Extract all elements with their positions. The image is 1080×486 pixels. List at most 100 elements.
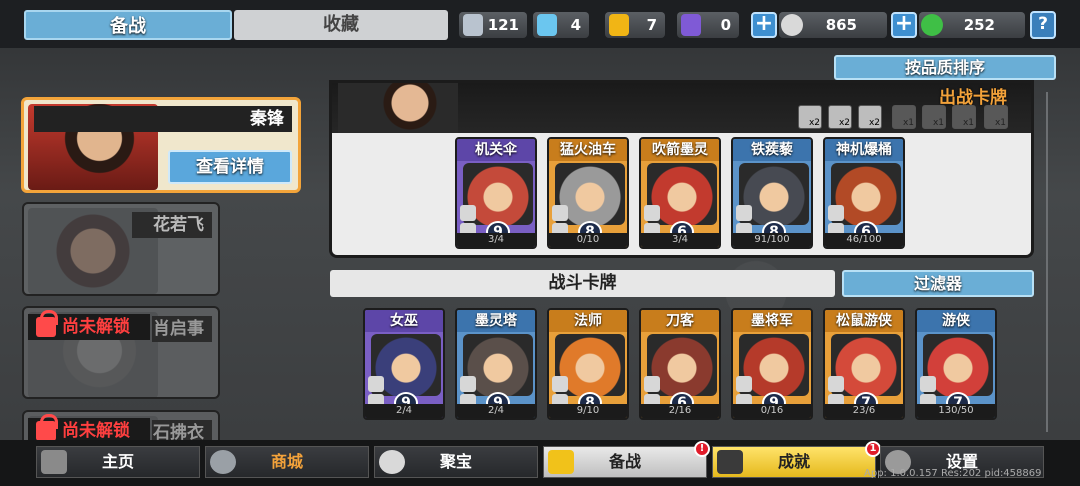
card-type-icon (460, 205, 476, 221)
slot-icon: x2 (858, 105, 882, 129)
card[interactable]: 女巫 9 2/4 (363, 308, 445, 420)
resource-crystal-value: 4 (570, 16, 581, 34)
card[interactable]: 游侠 7 130/50 (915, 308, 997, 420)
slot-icon: x1 (952, 105, 976, 129)
hero-item-locked[interactable]: 肖启事 尚未解锁 (22, 306, 220, 399)
resource-crystal: 4 (533, 12, 589, 38)
lock-icon (36, 310, 58, 337)
card-count: 46/100 (825, 233, 903, 247)
card[interactable]: 机关伞 9 3/4 (455, 137, 537, 249)
card[interactable]: 墨将军 9 0/16 (731, 308, 813, 420)
battle-cards-header: 战斗卡牌 (330, 270, 835, 297)
card-name: 猛火油车 (549, 139, 627, 161)
card-count: 2/4 (365, 404, 443, 418)
card-type-icon (736, 376, 752, 392)
shop-icon (210, 450, 236, 474)
card-count: 2/16 (641, 404, 719, 418)
silver-shield-icon (463, 14, 483, 36)
slot-icon: x1 (922, 105, 946, 129)
resource-purple-value: 0 (720, 16, 731, 34)
slot-icon: x2 (828, 105, 852, 129)
add-gems-button[interactable]: + (891, 12, 917, 38)
card-type-icon (644, 376, 660, 392)
hero-name: 花若飞 (132, 212, 212, 238)
resource-gold-value: 7 (646, 16, 657, 34)
card[interactable]: 铁蒺藜 8 91/100 (731, 137, 813, 249)
card-type-icon (736, 205, 752, 221)
card[interactable]: 法师 8 9/10 (547, 308, 629, 420)
card-name: 墨将军 (733, 310, 811, 332)
card-type-icon (828, 205, 844, 221)
notification-badge: ! (694, 441, 710, 457)
resource-coins: 865 (779, 12, 887, 38)
nav-achievement[interactable]: 成就 1 (712, 441, 881, 478)
nav-prepare[interactable]: 备战 ! (543, 441, 710, 478)
coins-value: 865 (825, 16, 857, 34)
tab-collection[interactable]: 收藏 (234, 10, 448, 40)
add-coins-button[interactable]: + (751, 12, 777, 38)
help-button[interactable]: ? (1030, 11, 1056, 39)
slot-icon: x1 (984, 105, 1008, 129)
gem-icon (921, 14, 943, 36)
card[interactable]: 猛火油车 8 0/10 (547, 137, 629, 249)
tab-prepare[interactable]: 备战 (24, 10, 232, 40)
card-type-icon (552, 376, 568, 392)
nav-home[interactable]: 主页 (36, 446, 200, 478)
resource-gold: 7 (605, 12, 665, 38)
resource-silver: 121 (459, 12, 527, 38)
card[interactable]: 吹箭墨灵 6 3/4 (639, 137, 721, 249)
card-type-icon (552, 205, 568, 221)
hero-name: 肖启事 (152, 316, 212, 342)
hero-item-selected[interactable]: 秦锋 查看详情 (21, 97, 301, 193)
locked-label: 尚未解锁 (28, 310, 150, 340)
card-name: 墨灵塔 (457, 310, 535, 332)
card[interactable]: 刀客 6 2/16 (639, 308, 721, 420)
purple-shield-icon (681, 14, 701, 36)
hero-name: 秦锋 (34, 106, 292, 132)
card-count: 0/10 (549, 233, 627, 247)
card-type-icon (368, 376, 384, 392)
card-name: 神机爆桶 (825, 139, 903, 161)
nav-treasure[interactable]: 聚宝 (374, 446, 538, 478)
resource-purple: 0 (677, 12, 739, 38)
card-count: 130/50 (917, 404, 995, 418)
card-type-icon (920, 376, 936, 392)
card-type-icon (460, 376, 476, 392)
nav-shop[interactable]: 商城 (205, 446, 369, 478)
scrollbar[interactable] (1046, 92, 1048, 432)
card[interactable]: 墨灵塔 9 2/4 (455, 308, 537, 420)
card-name: 铁蒺藜 (733, 139, 811, 161)
card[interactable]: 神机爆桶 6 46/100 (823, 137, 905, 249)
card-count: 9/10 (549, 404, 627, 418)
crystal-shield-icon (537, 14, 557, 36)
slot-icon: x2 (798, 105, 822, 129)
slot-icon: x1 (892, 105, 916, 129)
card-name: 法师 (549, 310, 627, 332)
home-icon (41, 450, 67, 474)
resource-gems: 252 (919, 12, 1025, 38)
achievement-icon (717, 450, 743, 474)
gold-shield-icon (609, 14, 629, 36)
card-name: 松鼠游侠 (825, 310, 903, 332)
bottom-nav: 主页 商城 聚宝 备战 ! 成就 1 设置 (0, 440, 1080, 486)
card-type-icon (644, 205, 660, 221)
card-count: 3/4 (641, 233, 719, 247)
card-name: 机关伞 (457, 139, 535, 161)
deck-icon (548, 450, 574, 474)
card-count: 23/6 (825, 404, 903, 418)
card-count: 2/4 (457, 404, 535, 418)
card[interactable]: 松鼠游侠 7 23/6 (823, 308, 905, 420)
card-name: 女巫 (365, 310, 443, 332)
card-name: 刀客 (641, 310, 719, 332)
view-details-button[interactable]: 查看详情 (168, 150, 292, 184)
hero-item[interactable]: 花若飞 (22, 202, 220, 296)
treasure-icon (379, 450, 405, 474)
card-type-icon (828, 376, 844, 392)
card-count: 0/16 (733, 404, 811, 418)
card-name: 游侠 (917, 310, 995, 332)
version-info: App: 1.0.0.157 Res:202 pid:458869 (864, 468, 1042, 479)
notification-badge: 1 (865, 441, 881, 457)
filter-button[interactable]: 过滤器 (842, 270, 1034, 297)
sort-by-quality-button[interactable]: 按品质排序 (834, 55, 1056, 80)
resource-silver-value: 121 (487, 16, 519, 34)
